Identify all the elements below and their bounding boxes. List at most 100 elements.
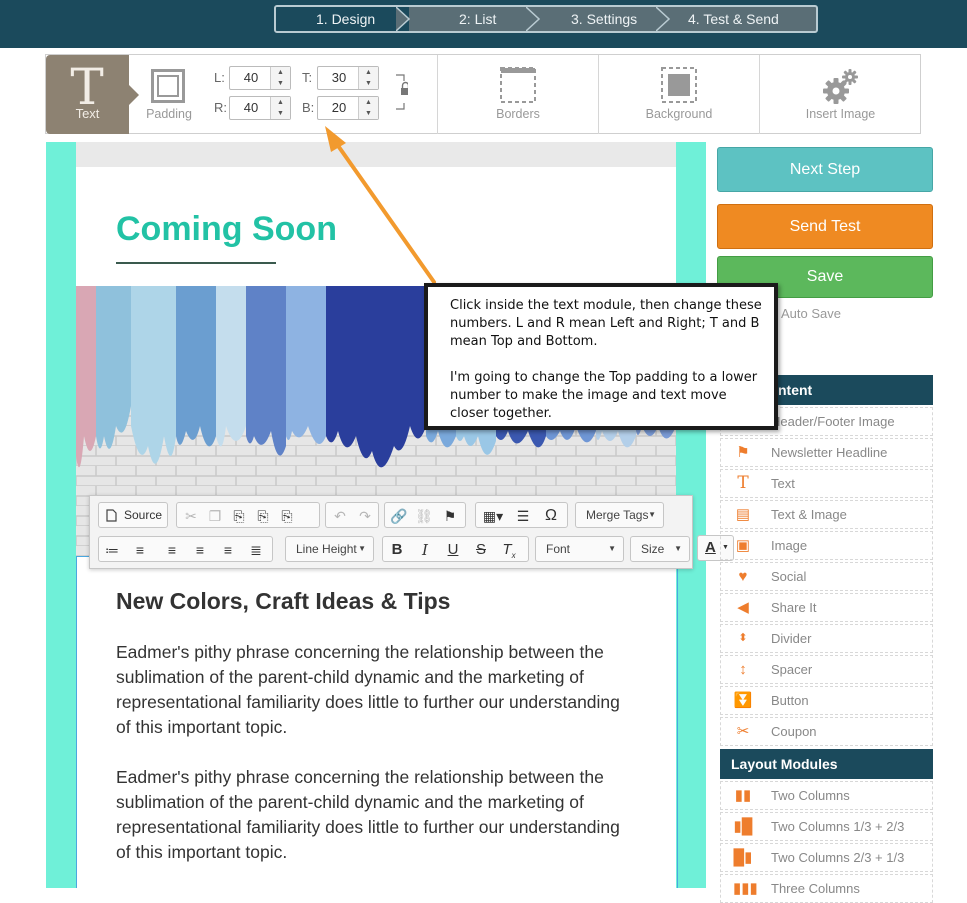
module-divider[interactable]: ⬍ Divider xyxy=(720,624,933,653)
unlink-icon[interactable]: ⛓ xyxy=(413,506,435,526)
line-height-label: Line Height xyxy=(296,542,357,556)
undo-icon[interactable]: ↶ xyxy=(329,506,351,526)
font-dropdown[interactable]: Font ▼ xyxy=(535,536,624,562)
bottom-padding-label: B: xyxy=(302,100,315,115)
step-design[interactable]: 1. Design xyxy=(276,7,410,31)
redo-icon[interactable]: ↷ xyxy=(354,506,376,526)
module-label: Button xyxy=(771,693,809,708)
align-center-icon[interactable]: ≡ xyxy=(189,540,211,560)
size-dropdown[interactable]: Size ▼ xyxy=(630,536,690,562)
decrement-icon[interactable]: ▼ xyxy=(359,108,378,119)
background-tool-button[interactable]: Background xyxy=(599,55,759,134)
email-title[interactable]: Coming Soon xyxy=(116,210,337,249)
padding-label: Padding xyxy=(146,107,192,121)
horizontal-rule-icon[interactable]: ☰ xyxy=(512,506,534,526)
image-icon: ▣ xyxy=(735,537,751,554)
module-share-it[interactable]: ◀ Share It xyxy=(720,593,933,622)
insert-image-tool-button[interactable]: Insert Image xyxy=(760,55,921,134)
borders-tool-button[interactable]: Borders xyxy=(438,55,598,134)
module-two-columns-2-3[interactable]: █▮ Two Columns 2/3 + 1/3 xyxy=(720,843,933,872)
send-test-button[interactable]: Send Test xyxy=(717,204,933,249)
dropdown-arrow-icon: ▼ xyxy=(674,544,682,553)
align-right-icon[interactable]: ≡ xyxy=(217,540,239,560)
decrement-icon[interactable]: ▼ xyxy=(271,78,290,89)
copy-icon[interactable]: ❐ xyxy=(204,506,226,526)
gear-icon xyxy=(823,69,858,104)
module-label: Coupon xyxy=(771,724,817,739)
module-social[interactable]: ♥ Social xyxy=(720,562,933,591)
module-three-columns[interactable]: ▮▮▮ Three Columns xyxy=(720,874,933,903)
module-label: Divider xyxy=(771,631,812,646)
merge-tags-dropdown[interactable]: Merge Tags ▼ xyxy=(575,502,664,528)
line-height-dropdown[interactable]: Line Height ▼ xyxy=(285,536,374,562)
module-two-columns[interactable]: ▮▮ Two Columns xyxy=(720,781,933,810)
paste-text-icon[interactable]: ⎘ xyxy=(252,506,274,526)
module-label: Text xyxy=(771,476,795,491)
bold-icon[interactable]: B xyxy=(386,540,408,560)
bullet-list-icon[interactable]: ≡ xyxy=(129,540,151,560)
strikethrough-icon[interactable]: S xyxy=(470,540,492,560)
button-icon: ⏬ xyxy=(733,692,753,709)
module-label: Spacer xyxy=(771,662,813,677)
annotation-callout: Click inside the text module, then chang… xyxy=(424,283,778,430)
decrement-icon[interactable]: ▼ xyxy=(271,108,290,119)
increment-icon[interactable]: ▲ xyxy=(271,97,290,108)
module-label: Social xyxy=(771,569,807,584)
paste-icon[interactable]: ⎘ xyxy=(228,506,250,526)
top-padding-input[interactable]: 30 ▲ ▼ xyxy=(317,66,379,90)
text-color-icon: A xyxy=(705,539,716,556)
rich-text-toolbar: Source ✂ ❐ ⎘ ⎘ ⎘ ↶ ↷ 🔗 ⛓ ⚑ ▦▾ ☰ Ω Merge … xyxy=(89,495,693,569)
link-icon[interactable]: 🔗 xyxy=(388,506,410,526)
step-test-send[interactable]: 4. Test & Send xyxy=(669,7,816,31)
decrement-icon[interactable]: ▼ xyxy=(359,78,378,89)
two-columns-icon: █▮ xyxy=(733,849,753,866)
module-image[interactable]: ▣ Image xyxy=(720,531,933,560)
auto-save-label[interactable]: Auto Save xyxy=(781,306,841,321)
left-padding-input[interactable]: 40 ▲ ▼ xyxy=(229,66,291,90)
numbered-list-icon[interactable]: ≔ xyxy=(101,540,123,560)
increment-icon[interactable]: ▲ xyxy=(271,67,290,78)
italic-icon[interactable]: I xyxy=(414,540,436,560)
module-label: Three Columns xyxy=(771,881,860,896)
module-spacer[interactable]: ↕ Spacer xyxy=(720,655,933,684)
omega-icon[interactable]: Ω xyxy=(540,506,562,526)
source-button[interactable]: Source xyxy=(98,502,168,528)
module-newsletter-headline[interactable]: ⚑ Newsletter Headline xyxy=(720,438,933,467)
spacer-icon: ↕ xyxy=(739,661,747,678)
wizard-steps: 1. Design 2: List 3. Settings 4. Test & … xyxy=(274,5,818,33)
increment-icon[interactable]: ▲ xyxy=(359,67,378,78)
email-header-module[interactable] xyxy=(76,142,676,167)
top-bar: 1. Design 2: List 3. Settings 4. Test & … xyxy=(0,0,967,48)
justify-icon[interactable]: ≣ xyxy=(245,540,267,560)
step-list[interactable]: 2: List xyxy=(409,7,540,31)
bottom-padding-input[interactable]: 20 ▲ ▼ xyxy=(317,96,379,120)
megaphone-icon: ◀ xyxy=(737,599,749,616)
underline-icon[interactable]: U xyxy=(442,540,464,560)
borders-icon xyxy=(500,67,536,103)
align-left-icon[interactable]: ≡ xyxy=(161,540,183,560)
chevron-icon xyxy=(526,7,540,31)
module-two-columns-1-3[interactable]: ▮█ Two Columns 1/3 + 2/3 xyxy=(720,812,933,841)
lock-icon[interactable] xyxy=(394,73,408,113)
callout-text: I'm going to change the Top padding to a… xyxy=(450,370,758,421)
increment-icon[interactable]: ▲ xyxy=(359,97,378,108)
clipboard-group: ✂ ❐ ⎘ ⎘ ⎘ xyxy=(176,502,320,528)
module-text[interactable]: T Text xyxy=(720,469,933,498)
right-padding-input[interactable]: 40 ▲ ▼ xyxy=(229,96,291,120)
clear-format-icon[interactable]: Tx xyxy=(498,540,520,560)
right-padding-value: 40 xyxy=(243,100,259,115)
background-icon xyxy=(661,67,697,103)
flag-icon: ⚑ xyxy=(736,444,750,461)
text-tool-label: Text xyxy=(75,106,100,121)
step-settings[interactable]: 3. Settings xyxy=(539,7,670,31)
module-text-image[interactable]: ▤ Text & Image xyxy=(720,500,933,529)
cut-icon[interactable]: ✂ xyxy=(180,506,202,526)
paste-word-icon[interactable]: ⎘ xyxy=(276,506,298,526)
flag-icon[interactable]: ⚑ xyxy=(439,506,461,526)
module-button[interactable]: ⏬ Button xyxy=(720,686,933,715)
module-coupon[interactable]: ✂ Coupon xyxy=(720,717,933,746)
text-tool-button[interactable]: T Text xyxy=(46,55,139,134)
background-label: Background xyxy=(645,107,713,121)
next-step-button[interactable]: Next Step xyxy=(717,147,933,192)
table-icon[interactable]: ▦▾ xyxy=(479,506,507,526)
